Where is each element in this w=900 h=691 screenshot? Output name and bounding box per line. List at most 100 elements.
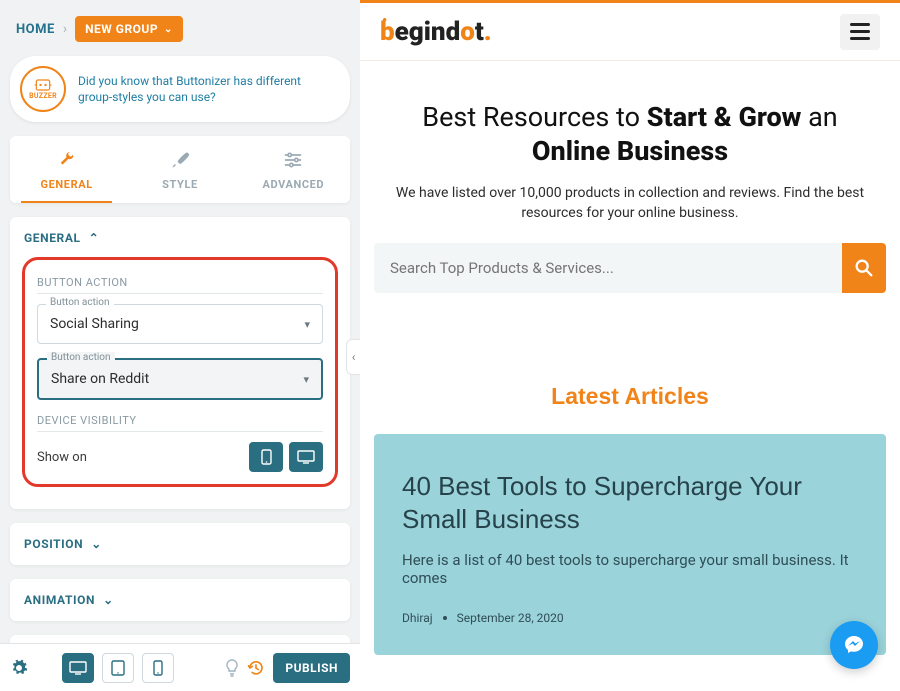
chevron-left-icon: ‹ [352, 350, 356, 364]
article-card[interactable]: 40 Best Tools to Supercharge Your Small … [374, 434, 886, 655]
hero-text: an [801, 101, 837, 133]
panel-animation-title: ANIMATION [24, 593, 95, 607]
panel-label: LABEL ⌄ [10, 635, 350, 643]
tablet-icon [111, 660, 125, 676]
messenger-fab[interactable] [830, 621, 878, 669]
tab-style-label: STYLE [162, 178, 198, 191]
hamburger-icon [850, 30, 870, 33]
publish-button[interactable]: PUBLISH [273, 653, 350, 683]
dot-separator-icon [443, 616, 447, 620]
button-action-value: Share on Reddit [51, 371, 149, 387]
tab-style[interactable]: STYLE [123, 136, 236, 203]
search-icon [853, 257, 875, 279]
article-date: September 28, 2020 [457, 611, 564, 625]
hero: Best Resources to Start & Grow an Online… [360, 61, 900, 223]
chevron-down-icon: ⌄ [103, 593, 114, 607]
preview-desktop-button[interactable] [62, 653, 94, 683]
panel-general-title: GENERAL [24, 231, 81, 245]
dropdown-caret-icon: ▾ [304, 318, 310, 331]
panel-animation-header[interactable]: ANIMATION ⌄ [10, 579, 350, 621]
settings-button[interactable] [10, 659, 32, 677]
logo-part: egind [395, 17, 461, 47]
lightbulb-icon [225, 659, 239, 677]
dropdown-caret-icon: ▾ [303, 373, 309, 386]
button-action-value-select[interactable]: Button action Share on Reddit ▾ [37, 358, 323, 400]
wrench-icon [57, 150, 77, 170]
panel-label-header[interactable]: LABEL ⌄ [10, 635, 350, 643]
robot-icon [33, 78, 53, 92]
logo-dot: . [484, 17, 492, 47]
menu-button[interactable] [840, 14, 880, 50]
preview-mobile-button[interactable] [142, 653, 174, 683]
hero-bold: Online Business [532, 135, 728, 167]
tip-text: Did you know that Buttonizer has differe… [78, 73, 332, 105]
tab-advanced[interactable]: ADVANCED [237, 136, 350, 203]
show-on-label: Show on [37, 450, 87, 465]
tips-button[interactable] [225, 659, 239, 677]
logo-part: t [475, 17, 484, 47]
panel-general-header[interactable]: GENERAL ⌃ [10, 217, 350, 259]
tab-general[interactable]: GENERAL [10, 136, 123, 203]
revert-button[interactable] [247, 659, 265, 677]
panel-position: POSITION ⌄ [10, 523, 350, 565]
editor-tabs: GENERAL STYLE ADVANCED [10, 136, 350, 203]
button-action-type-value: Social Sharing [50, 316, 139, 332]
hero-subtitle: We have listed over 10,000 products in c… [386, 183, 874, 224]
device-visibility-label: DEVICE VISIBILITY [37, 414, 323, 427]
hero-text: Best Resources to [422, 101, 646, 133]
sliders-icon [283, 150, 303, 170]
chevron-up-icon: ⌃ [89, 231, 100, 245]
mobile-icon [153, 660, 163, 676]
panel-general: GENERAL ⌃ BUTTON ACTION Button action So… [10, 217, 350, 509]
hero-title: Best Resources to Start & Grow an Online… [386, 101, 874, 169]
tab-general-label: GENERAL [41, 178, 93, 191]
breadcrumb-current-label: NEW GROUP [85, 22, 158, 36]
article-author: Dhiraj [402, 611, 433, 625]
chevron-right-icon: › [63, 21, 67, 37]
tab-advanced-label: ADVANCED [262, 178, 324, 191]
site-logo[interactable]: • b egindot. [380, 17, 492, 47]
panel-position-title: POSITION [24, 537, 83, 551]
collapse-sidebar-button[interactable]: ‹ [346, 339, 360, 375]
toggle-mobile[interactable] [249, 442, 283, 472]
highlight-outline: BUTTON ACTION Button action Social Shari… [22, 257, 338, 487]
breadcrumb-current-dropdown[interactable]: NEW GROUP ⌄ [75, 16, 183, 42]
gear-icon [10, 659, 28, 677]
preview-tablet-button[interactable] [102, 653, 134, 683]
latest-articles-heading: Latest Articles [360, 383, 900, 410]
panel-animation: ANIMATION ⌄ [10, 579, 350, 621]
site-search [374, 243, 886, 293]
hero-bold: Start & Grow [647, 101, 802, 133]
site-header: • b egindot. [360, 3, 900, 61]
device-toggle-group [249, 442, 323, 472]
search-button[interactable] [842, 243, 886, 293]
editor-bottom-bar: PUBLISH [0, 643, 360, 691]
article-title: 40 Best Tools to Supercharge Your Small … [402, 470, 858, 535]
hamburger-icon [850, 23, 870, 26]
desktop-icon [297, 450, 315, 464]
messenger-icon [842, 633, 866, 657]
sidebar-scroll: HOME › NEW GROUP ⌄ BUZZER Did you know t… [0, 0, 360, 643]
tip-card[interactable]: BUZZER Did you know that Buttonizer has … [10, 56, 350, 122]
article-meta: Dhiraj September 28, 2020 [402, 611, 858, 625]
panel-position-header[interactable]: POSITION ⌄ [10, 523, 350, 565]
button-action-label: BUTTON ACTION [37, 276, 323, 289]
field-legend: Button action [47, 352, 115, 363]
buzzer-badge: BUZZER [20, 66, 66, 112]
divider [37, 431, 323, 432]
chevron-down-icon: ⌄ [164, 24, 173, 35]
toggle-desktop[interactable] [289, 442, 323, 472]
breadcrumb: HOME › NEW GROUP ⌄ [10, 12, 350, 46]
show-on-row: Show on [37, 442, 323, 472]
search-input[interactable] [374, 243, 842, 293]
preview-pane: ‹ • b egindot. Best Resources to Start &… [360, 0, 900, 691]
button-action-type-select[interactable]: Button action Social Sharing ▾ [37, 304, 323, 344]
chevron-down-icon: ⌄ [91, 537, 102, 551]
history-icon [247, 659, 265, 677]
desktop-icon [69, 661, 87, 675]
buzzer-label: BUZZER [29, 92, 57, 100]
brush-icon [170, 150, 190, 170]
editor-sidebar: HOME › NEW GROUP ⌄ BUZZER Did you know t… [0, 0, 360, 691]
breadcrumb-home[interactable]: HOME [16, 22, 55, 37]
article-excerpt: Here is a list of 40 best tools to super… [402, 551, 858, 587]
